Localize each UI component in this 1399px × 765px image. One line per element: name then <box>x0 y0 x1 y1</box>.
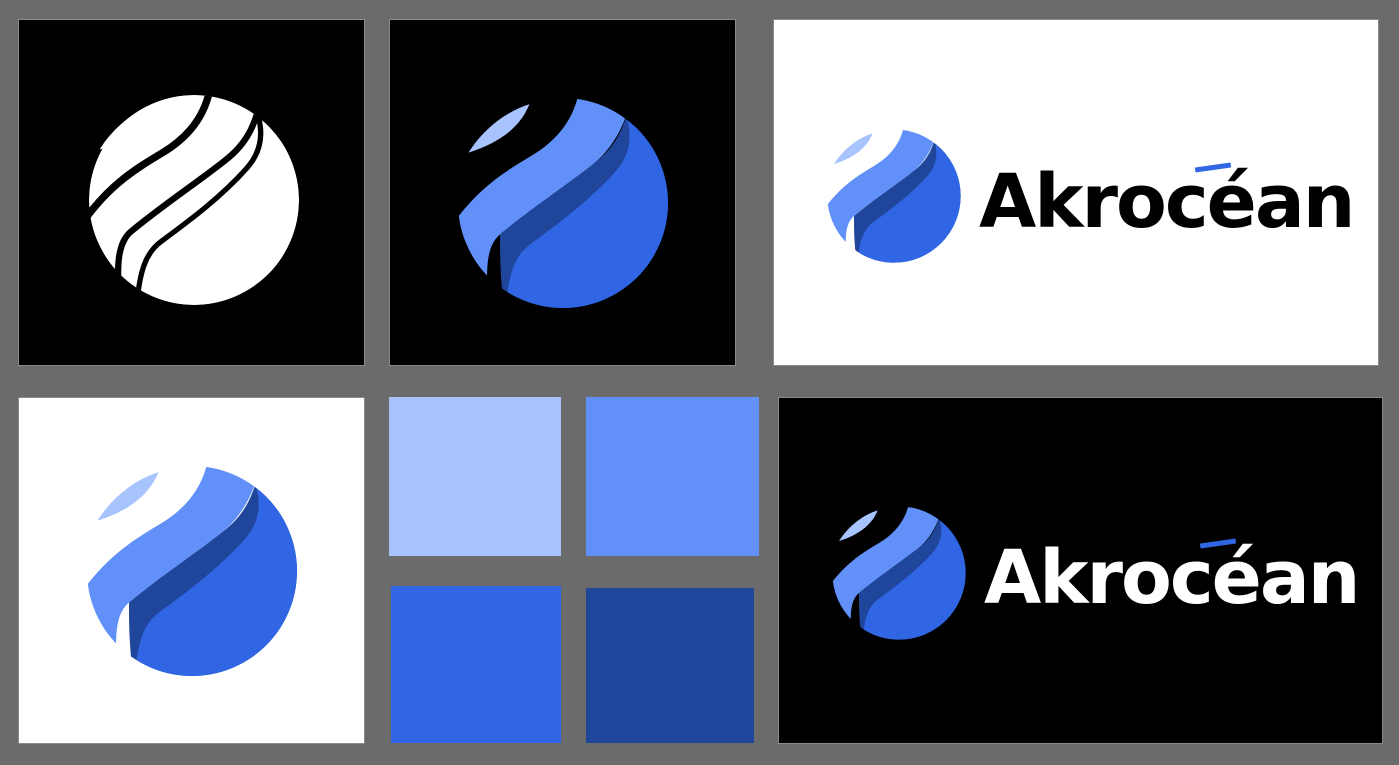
wordmark: Akrocéan <box>984 535 1360 621</box>
logo-color-on-white-panel <box>18 397 365 744</box>
lockup-on-white-panel: Akrocéan <box>773 19 1379 366</box>
logo-mark-color <box>390 20 736 366</box>
logo-mark-color <box>824 126 964 266</box>
logo-mark-mono <box>19 20 365 366</box>
logo-mono-on-black-panel <box>18 19 365 366</box>
lockup-on-black-panel: Akrocéan <box>778 397 1383 744</box>
logo-color-on-black-panel <box>389 19 736 366</box>
logo-mark-color <box>19 398 365 744</box>
swatch-dark-blue <box>586 588 754 743</box>
swatch-primary-blue <box>391 586 561 743</box>
logo-mark-color <box>829 503 969 643</box>
swatch-light-blue <box>389 397 561 556</box>
wordmark: Akrocéan <box>979 159 1355 245</box>
swatch-medium-blue <box>586 397 759 556</box>
